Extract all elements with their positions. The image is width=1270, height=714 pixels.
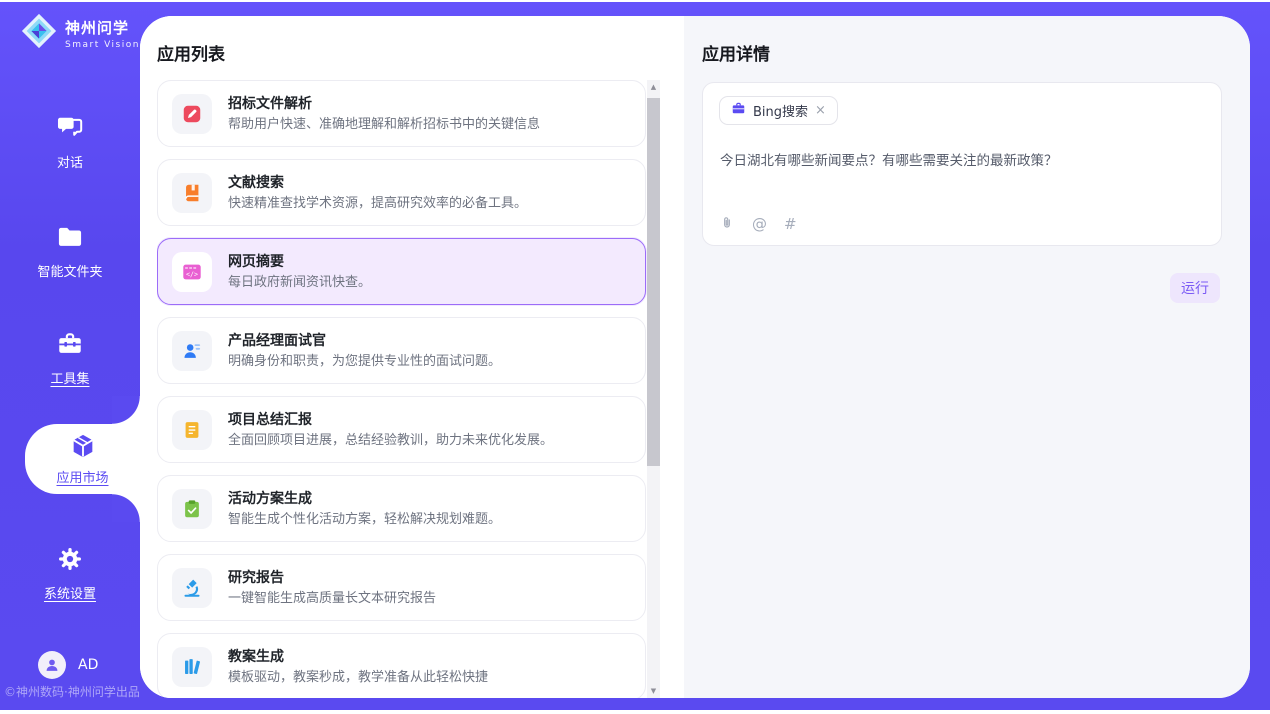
at-mention-icon[interactable]: @ [752, 217, 767, 232]
books-icon [172, 647, 212, 687]
user-account[interactable]: AD [38, 651, 98, 679]
app-desc: 模板驱动，教案秒成，教学准备从此轻松快捷 [228, 671, 488, 684]
pencil-square-icon [172, 94, 212, 134]
list-item-pm-interviewer[interactable]: 产品经理面试官 明确身份和职责，为您提供专业性的面试问题。 [157, 317, 646, 384]
app-desc: 每日政府新闻资讯快查。 [228, 276, 371, 289]
book-icon [172, 173, 212, 213]
list-scrollbar[interactable]: ▲ ▼ [647, 80, 660, 698]
sidebar-item-label: 应用市场 [56, 467, 108, 486]
app-window: 神州问学 Smart Vision 对话 智能文件夹 [0, 2, 1270, 710]
scroll-down-icon[interactable]: ▼ [647, 684, 660, 698]
app-desc: 一键智能生成高质量长文本研究报告 [228, 592, 436, 605]
app-title: 招标文件解析 [228, 97, 540, 111]
close-icon[interactable]: × [815, 103, 826, 118]
app-title: 教案生成 [228, 650, 488, 664]
brand-name: 神州问学 [65, 17, 140, 38]
brand-logo: 神州问学 Smart Vision [20, 12, 140, 54]
sidebar-item-settings[interactable]: 系统设置 [0, 545, 140, 602]
prompt-input[interactable]: 今日湖北有哪些新闻要点？有哪些需要关注的最新政策？ [720, 151, 1200, 171]
content-card: 应用列表 招标文件解析 帮助用户快速、准确地理解和解析招标书中的关键信息 [140, 16, 1250, 698]
briefcase-icon [731, 101, 746, 120]
sidebar-item-toolkit[interactable]: 工具集 [0, 330, 140, 387]
interviewer-person-icon [172, 331, 212, 371]
brand-subtitle: Smart Vision [65, 40, 140, 50]
app-title: 文献搜索 [228, 176, 527, 190]
svg-text:</>: </> [186, 270, 198, 278]
list-item-bid-parse[interactable]: 招标文件解析 帮助用户快速、准确地理解和解析招标书中的关键信息 [157, 80, 646, 147]
list-item-literature-search[interactable]: 文献搜索 快速精准查找学术资源，提高研究效率的必备工具。 [157, 159, 646, 226]
browser-code-icon: </> [172, 252, 212, 292]
prompt-card: Bing搜索 × 今日湖北有哪些新闻要点？有哪些需要关注的最新政策？ @ # [702, 82, 1222, 246]
document-icon [172, 410, 212, 450]
app-title: 网页摘要 [228, 255, 371, 269]
sidebar-item-app-market[interactable]: 应用市场 [25, 424, 140, 494]
app-desc: 智能生成个性化活动方案，轻松解决规划难题。 [228, 513, 501, 526]
toolbox-icon [56, 330, 84, 362]
app-detail-title: 应用详情 [702, 40, 770, 65]
diamond-logo-icon [20, 12, 58, 54]
sidebar-active-notch: 应用市场 [25, 424, 140, 494]
prompt-toolbar: @ # [719, 215, 797, 234]
tool-chip-label: Bing搜索 [753, 101, 808, 120]
sidebar-item-label: 工具集 [50, 368, 89, 387]
sidebar-item-label: 系统设置 [44, 583, 96, 602]
list-item-lesson-plan[interactable]: 教案生成 模板驱动，教案秒成，教学准备从此轻松快捷 [157, 633, 646, 698]
list-item-web-summary[interactable]: </> 网页摘要 每日政府新闻资讯快查。 [157, 238, 646, 305]
sidebar-item-label: 智能文件夹 [37, 261, 102, 280]
app-desc: 快速精准查找学术资源，提高研究效率的必备工具。 [228, 197, 527, 210]
app-list: 招标文件解析 帮助用户快速、准确地理解和解析招标书中的关键信息 文献搜索 [157, 80, 647, 698]
sidebar-item-smart-folder[interactable]: 智能文件夹 [0, 223, 140, 280]
scrollbar-thumb[interactable] [647, 98, 660, 466]
folder-icon [56, 223, 84, 255]
app-desc: 明确身份和职责，为您提供专业性的面试问题。 [228, 355, 501, 368]
app-list-title: 应用列表 [157, 40, 225, 65]
user-name: AD [78, 657, 98, 673]
app-detail-panel: 应用详情 Bing搜索 × 今日湖北有哪些新闻要点？有哪些需要关注的最新政策？ [684, 16, 1250, 698]
paperclip-icon[interactable] [719, 215, 735, 234]
gear-icon [56, 545, 84, 577]
brand-text: 神州问学 Smart Vision [65, 17, 140, 50]
app-title: 研究报告 [228, 571, 436, 585]
app-desc: 帮助用户快速、准确地理解和解析招标书中的关键信息 [228, 118, 540, 131]
clipboard-check-icon [172, 489, 212, 529]
app-list-panel: 应用列表 招标文件解析 帮助用户快速、准确地理解和解析招标书中的关键信息 [140, 16, 684, 698]
list-item-event-plan[interactable]: 活动方案生成 智能生成个性化活动方案，轻松解决规划难题。 [157, 475, 646, 542]
avatar [38, 651, 66, 679]
app-title: 项目总结汇报 [228, 413, 553, 427]
list-item-project-summary[interactable]: 项目总结汇报 全面回顾项目进展，总结经验教训，助力未来优化发展。 [157, 396, 646, 463]
list-item-research-report[interactable]: 研究报告 一键智能生成高质量长文本研究报告 [157, 554, 646, 621]
app-desc: 全面回顾项目进展，总结经验教训，助力未来优化发展。 [228, 434, 553, 447]
sidebar-item-label: 对话 [57, 152, 83, 171]
scroll-up-icon[interactable]: ▲ [647, 80, 660, 94]
hash-icon[interactable]: # [784, 217, 797, 232]
run-button[interactable]: 运行 [1170, 273, 1220, 303]
app-title: 活动方案生成 [228, 492, 501, 506]
copyright-text: ©神州数码·神州问学出品 [4, 683, 140, 700]
microscope-icon [172, 568, 212, 608]
cube-icon [69, 432, 97, 464]
app-title: 产品经理面试官 [228, 334, 501, 348]
sidebar: 神州问学 Smart Vision 对话 智能文件夹 [0, 2, 140, 710]
chat-icon [56, 114, 84, 146]
sidebar-item-chat[interactable]: 对话 [0, 114, 140, 171]
tool-chip-bing-search[interactable]: Bing搜索 × [719, 96, 838, 125]
